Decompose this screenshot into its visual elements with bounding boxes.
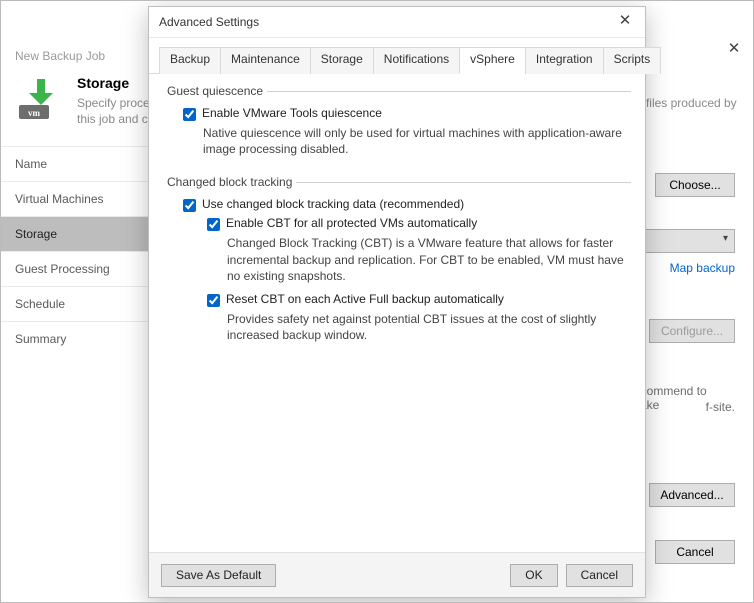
- storage-step-icon: vm: [17, 75, 65, 123]
- dialog-body: Guest quiescence Enable VMware Tools qui…: [149, 74, 645, 351]
- dialog-tabs: Backup Maintenance Storage Notifications…: [149, 38, 645, 74]
- step-summary[interactable]: Summary: [1, 321, 151, 356]
- step-virtual-machines[interactable]: Virtual Machines: [1, 181, 151, 216]
- step-storage[interactable]: Storage: [1, 216, 151, 251]
- use-cbt-label: Use changed block tracking data (recomme…: [202, 197, 464, 211]
- use-cbt-checkbox[interactable]: [183, 199, 196, 212]
- step-name[interactable]: Name: [1, 146, 151, 181]
- cbt-legend: Changed block tracking: [163, 175, 296, 189]
- map-backup-link[interactable]: Map backup: [670, 261, 735, 275]
- tab-maintenance[interactable]: Maintenance: [220, 47, 311, 74]
- save-as-default-button[interactable]: Save As Default: [161, 564, 276, 587]
- configure-button[interactable]: Configure...: [649, 319, 735, 343]
- guest-quiescence-legend: Guest quiescence: [163, 84, 267, 98]
- recommend-text-2: f-site.: [706, 400, 735, 414]
- guest-quiescence-group: Guest quiescence Enable VMware Tools qui…: [163, 84, 631, 165]
- enable-cbt-all-label: Enable CBT for all protected VMs automat…: [226, 216, 477, 230]
- dialog-footer: Save As Default OK Cancel: [149, 552, 645, 597]
- reset-cbt-checkbox[interactable]: [207, 294, 220, 307]
- wizard-window-title: New Backup Job: [15, 49, 105, 63]
- step-schedule[interactable]: Schedule: [1, 286, 151, 321]
- enable-cbt-all-desc: Changed Block Tracking (CBT) is a VMware…: [227, 235, 631, 284]
- dialog-close-button[interactable]: ✕: [605, 7, 645, 37]
- reset-cbt-desc: Provides safety net against potential CB…: [227, 311, 631, 343]
- choose-button[interactable]: Choose...: [655, 173, 735, 197]
- reset-cbt-label: Reset CBT on each Active Full backup aut…: [226, 292, 504, 306]
- step-guest-processing[interactable]: Guest Processing: [1, 251, 151, 286]
- tab-vsphere[interactable]: vSphere: [459, 47, 526, 74]
- step-heading: Storage: [77, 75, 129, 91]
- dialog-title: Advanced Settings: [159, 15, 259, 29]
- retention-combo[interactable]: [638, 229, 735, 253]
- tab-notifications[interactable]: Notifications: [373, 47, 460, 74]
- dialog-titlebar: Advanced Settings ✕: [149, 7, 645, 38]
- tab-storage[interactable]: Storage: [310, 47, 374, 74]
- guest-quiescence-desc: Native quiescence will only be used for …: [203, 125, 631, 157]
- wizard-close-button[interactable]: ✕: [715, 37, 753, 61]
- svg-text:vm: vm: [28, 108, 41, 118]
- tab-integration[interactable]: Integration: [525, 47, 604, 74]
- wizard-cancel-button[interactable]: Cancel: [655, 540, 735, 564]
- advanced-button[interactable]: Advanced...: [649, 483, 735, 507]
- tab-backup[interactable]: Backup: [159, 47, 221, 74]
- advanced-settings-dialog: Advanced Settings ✕ Backup Maintenance S…: [148, 6, 646, 598]
- ok-button[interactable]: OK: [510, 564, 557, 587]
- cancel-button[interactable]: Cancel: [566, 564, 633, 587]
- cbt-group: Changed block tracking Use changed block…: [163, 175, 631, 351]
- wizard-steps-nav: Name Virtual Machines Storage Guest Proc…: [1, 146, 151, 356]
- app-window: New Backup Job ✕ vm Storage Specify proc…: [0, 0, 754, 603]
- enable-cbt-all-checkbox[interactable]: [207, 218, 220, 231]
- enable-vmware-tools-checkbox[interactable]: [183, 108, 196, 121]
- enable-vmware-tools-label: Enable VMware Tools quiescence: [202, 106, 382, 120]
- tab-scripts[interactable]: Scripts: [603, 47, 662, 74]
